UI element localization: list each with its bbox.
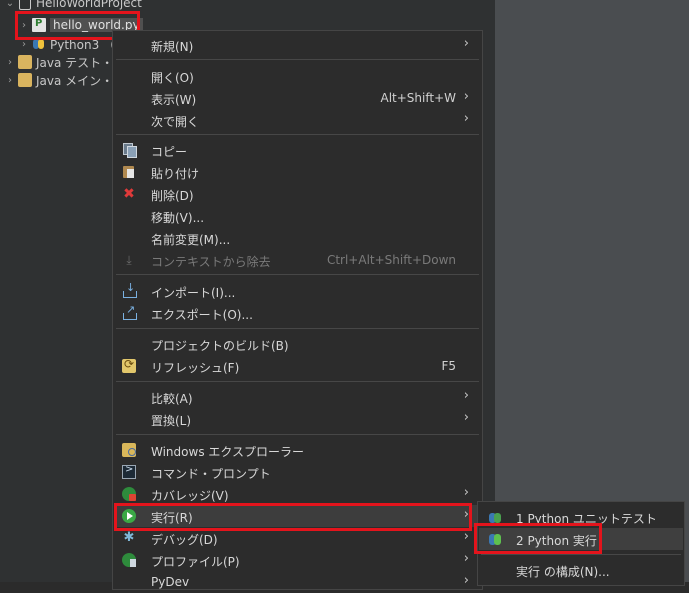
menu-item-delete[interactable]: ✖ 削除(D): [114, 183, 481, 205]
chevron-right-icon: ›: [463, 551, 469, 566]
menu-item-pydev[interactable]: PyDev ›: [114, 571, 481, 593]
explorer-folder-icon: [122, 443, 136, 457]
menu-separator: [116, 274, 479, 275]
menu-separator: [116, 381, 479, 382]
run-highlight-box: [114, 503, 472, 531]
menu-item-rename[interactable]: 名前変更(M)...: [114, 227, 481, 249]
menu-item-show-in[interactable]: 表示(W) Alt+Shift+W ›: [114, 87, 481, 109]
chevron-right-icon[interactable]: ›: [18, 39, 30, 50]
menu-label: 削除(D): [151, 189, 194, 203]
menu-item-replace[interactable]: 置換(L) ›: [114, 408, 481, 430]
copy-icon: [122, 143, 137, 158]
paste-icon: [122, 165, 136, 179]
menu-item-build-project[interactable]: プロジェクトのビルド(B): [114, 333, 481, 355]
menu-item-profile[interactable]: プロファイル(P) ›: [114, 549, 481, 571]
chevron-right-icon: ›: [463, 388, 469, 403]
project-name: HelloWorldProject: [36, 0, 142, 10]
remove-context-icon: ⤓: [126, 253, 132, 267]
chevron-down-icon[interactable]: ⌄: [4, 0, 16, 9]
menu-item-import[interactable]: インポート(I)...: [114, 280, 481, 302]
menu-shortcut: Ctrl+Alt+Shift+Down: [326, 253, 456, 267]
chevron-right-icon: ›: [463, 410, 469, 425]
menu-item-paste[interactable]: 貼り付け: [114, 161, 481, 183]
menu-label: Windows エクスプローラー: [151, 445, 305, 459]
menu-label: 名前変更(M)...: [151, 233, 231, 247]
menu-item-windows-explorer[interactable]: Windows エクスプローラー: [114, 439, 481, 461]
menu-label: コンテキストから除去: [151, 255, 271, 269]
menu-label: プロジェクトのビルド(B): [151, 339, 289, 353]
menu-shortcut: Alt+Shift+W: [380, 91, 457, 105]
chevron-right-icon: ›: [463, 36, 469, 51]
menu-label: デバッグ(D): [151, 533, 218, 547]
menu-separator: [116, 59, 479, 60]
menu-label: コピー: [151, 145, 188, 159]
menu-item-move[interactable]: 移動(V)...: [114, 205, 481, 227]
chevron-right-icon: ›: [463, 529, 469, 544]
coverage-icon: [122, 487, 136, 501]
export-icon: [122, 303, 137, 320]
menu-label: 移動(V)...: [151, 211, 205, 225]
menu-item-command-prompt[interactable]: コマンド・プロンプト: [114, 461, 481, 483]
submenu-item-run-configurations[interactable]: 実行 の構成(N)...: [479, 559, 683, 581]
menu-label: 表示(W): [151, 93, 197, 107]
source-folder-icon: [18, 55, 32, 69]
menu-separator: [116, 134, 479, 135]
menu-shortcut: F5: [441, 359, 456, 373]
project-icon: [18, 0, 32, 10]
menu-item-coverage[interactable]: カバレッジ(V) ›: [114, 483, 481, 505]
menu-label: PyDev: [151, 575, 190, 589]
chevron-right-icon: ›: [463, 89, 469, 104]
python-unittest-icon: [489, 510, 503, 524]
menu-label: 次で開く: [151, 115, 200, 129]
menu-label: リフレッシュ(F): [151, 361, 240, 375]
menu-label: 比較(A): [151, 392, 193, 406]
source-folder-icon: [18, 73, 32, 87]
import-icon: [122, 281, 137, 298]
menu-label: エクスポート(O)...: [151, 308, 253, 322]
menu-label: 新規(N): [151, 40, 194, 54]
menu-label: コマンド・プロンプト: [151, 467, 271, 481]
menu-item-export[interactable]: エクスポート(O)...: [114, 302, 481, 324]
menu-item-open[interactable]: 開く(O): [114, 65, 481, 87]
terminal-icon: [122, 464, 136, 479]
menu-label: インポート(I)...: [151, 286, 236, 300]
chevron-right-icon: ›: [463, 111, 469, 126]
chevron-right-icon: ›: [463, 485, 469, 500]
menu-separator: [116, 328, 479, 329]
menu-separator: [481, 554, 681, 555]
menu-label: 開く(O): [151, 71, 194, 85]
chevron-right-icon[interactable]: ›: [4, 57, 16, 68]
menu-label: プロファイル(P): [151, 555, 240, 569]
chevron-right-icon[interactable]: ›: [4, 75, 16, 86]
debug-bug-icon: ✱: [123, 530, 135, 545]
refresh-icon: [122, 357, 136, 373]
menu-item-remove-from-context[interactable]: ⤓ コンテキストから除去 Ctrl+Alt+Shift+Down: [114, 249, 481, 271]
menu-label: 置換(L): [151, 414, 192, 428]
profile-icon: [122, 553, 136, 567]
chevron-right-icon: ›: [463, 573, 469, 588]
menu-item-new[interactable]: 新規(N) ›: [114, 34, 481, 56]
submenu-label: 実行 の構成(N)...: [516, 565, 610, 579]
menu-separator: [116, 434, 479, 435]
delete-icon: ✖: [123, 186, 135, 202]
menu-item-refresh[interactable]: リフレッシュ(F) F5: [114, 355, 481, 377]
menu-item-open-with[interactable]: 次で開く ›: [114, 109, 481, 131]
menu-item-compare[interactable]: 比較(A) ›: [114, 386, 481, 408]
menu-label: カバレッジ(V): [151, 489, 229, 503]
menu-label: 貼り付け: [151, 167, 200, 181]
menu-item-copy[interactable]: コピー: [114, 139, 481, 161]
python-run-highlight-box: [474, 523, 602, 554]
editor-area: [495, 0, 689, 582]
